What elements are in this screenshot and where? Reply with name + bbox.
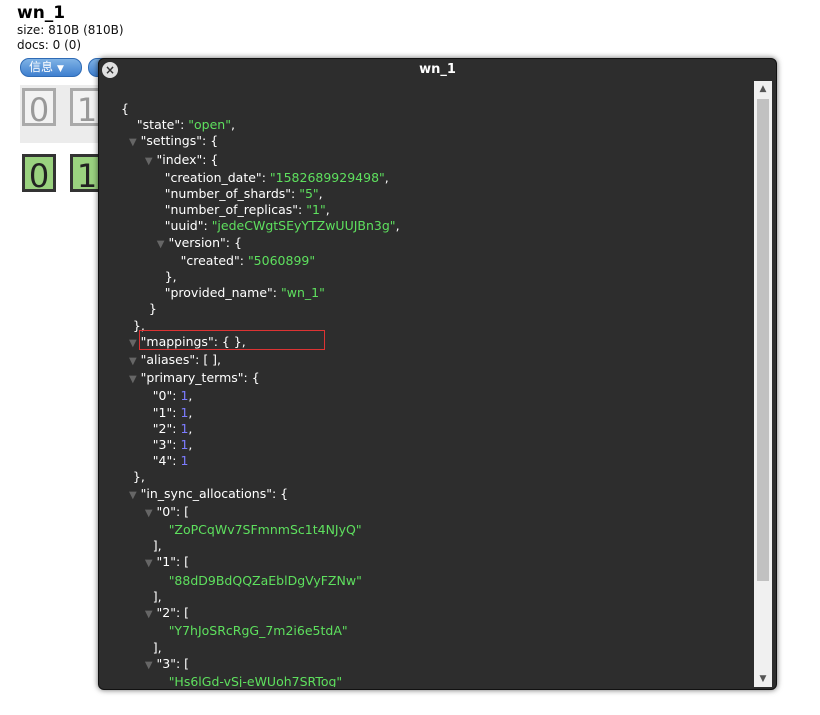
scroll-down-arrow-icon[interactable]: ▼ bbox=[754, 671, 772, 687]
json-line: "Hs6lGd-vSj-eWUoh7SRTog" bbox=[168, 673, 343, 687]
scroll-up-arrow-icon[interactable]: ▲ bbox=[754, 81, 772, 97]
json-line: "uuid": "jedeCWgtSEyYTZwUUJBn3g", bbox=[164, 218, 400, 234]
scrollbar-thumb[interactable] bbox=[757, 99, 769, 581]
json-line: }, bbox=[121, 469, 145, 485]
json-line: ], bbox=[121, 588, 162, 604]
toggle-triangle-icon[interactable]: ▼ bbox=[145, 558, 153, 569]
vertical-scrollbar[interactable]: ▲ ▼ bbox=[754, 81, 772, 687]
toggle-triangle-icon[interactable]: ▼ bbox=[129, 490, 137, 501]
shard-primary-0[interactable]: 0 bbox=[22, 154, 56, 195]
json-line: }, bbox=[121, 269, 177, 285]
json-line: ▼ "3": [ bbox=[144, 655, 190, 671]
json-content: { "state": "open", ▼ "settings": { ▼ "in… bbox=[121, 101, 400, 687]
json-line: ▼ "1": [ bbox=[144, 554, 190, 570]
toggle-triangle-icon[interactable]: ▼ bbox=[129, 356, 137, 367]
json-viewer: { "state": "open", ▼ "settings": { ▼ "in… bbox=[101, 81, 753, 687]
chevron-down-icon: ▼ bbox=[57, 64, 64, 74]
toggle-triangle-icon[interactable]: ▼ bbox=[145, 508, 153, 519]
json-line: ▼ "0": [ bbox=[144, 503, 190, 519]
json-line: "Y7hJoSRcRgG_7m2i6e5tdA" bbox=[168, 623, 348, 639]
json-line: "2": 1, bbox=[152, 420, 193, 436]
json-line: "4": 1 bbox=[152, 453, 189, 469]
json-line: "provided_name": "wn_1" bbox=[164, 285, 325, 301]
json-line: ▼ "settings": { bbox=[128, 133, 219, 149]
json-line: ▼ "in_sync_allocations": { bbox=[128, 485, 289, 501]
json-line: "3": 1, bbox=[152, 437, 193, 453]
json-line: ▼ "aliases": [ ], bbox=[128, 352, 222, 368]
toggle-triangle-icon[interactable]: ▼ bbox=[157, 239, 165, 250]
json-line: ▼ "version": { bbox=[156, 234, 242, 250]
toggle-triangle-icon[interactable]: ▼ bbox=[129, 374, 137, 385]
toggle-triangle-icon[interactable]: ▼ bbox=[145, 609, 153, 620]
json-line: ▼ "index": { bbox=[144, 151, 219, 167]
index-info-dialog: wn_1 × { "state": "open", ▼ "settings": … bbox=[98, 58, 777, 690]
index-title: wn_1 bbox=[17, 3, 66, 23]
json-line: ], bbox=[121, 538, 162, 554]
close-icon[interactable]: × bbox=[102, 62, 118, 78]
info-button-label: 信息 bbox=[29, 60, 54, 74]
json-line: { bbox=[121, 101, 129, 116]
index-size: size: 810B (810B) bbox=[17, 23, 124, 37]
json-line: ▼ "primary_terms": { bbox=[128, 370, 260, 386]
json-line: "created": "5060899" bbox=[180, 252, 316, 268]
json-line: ▼ "2": [ bbox=[144, 605, 190, 621]
toggle-triangle-icon[interactable]: ▼ bbox=[145, 156, 153, 167]
json-line: "number_of_replicas": "1", bbox=[164, 202, 330, 218]
json-line: "88dD9BdQQZaEblDgVyFZNw" bbox=[168, 572, 362, 588]
json-line: "1": 1, bbox=[152, 404, 193, 420]
json-line: "creation_date": "1582689929498", bbox=[164, 169, 389, 185]
toggle-triangle-icon[interactable]: ▼ bbox=[145, 660, 153, 671]
toggle-triangle-icon[interactable]: ▼ bbox=[129, 137, 137, 148]
info-dropdown-button[interactable]: 信息 ▼ bbox=[20, 58, 82, 77]
dialog-title: wn_1 bbox=[419, 62, 456, 77]
json-line: "number_of_shards": "5", bbox=[164, 186, 323, 202]
json-line: "0": 1, bbox=[152, 388, 193, 404]
mappings-highlight-box bbox=[139, 330, 325, 350]
json-line: ], bbox=[121, 639, 162, 655]
shard-replica-0[interactable]: 0 bbox=[22, 88, 56, 129]
json-line: "state": "open", bbox=[136, 117, 235, 133]
toggle-triangle-icon[interactable]: ▼ bbox=[129, 338, 137, 349]
json-line: "ZoPCqWv7SFmnmSc1t4NJyQ" bbox=[168, 522, 362, 538]
index-docs: docs: 0 (0) bbox=[17, 38, 82, 52]
json-line: } bbox=[121, 301, 157, 317]
